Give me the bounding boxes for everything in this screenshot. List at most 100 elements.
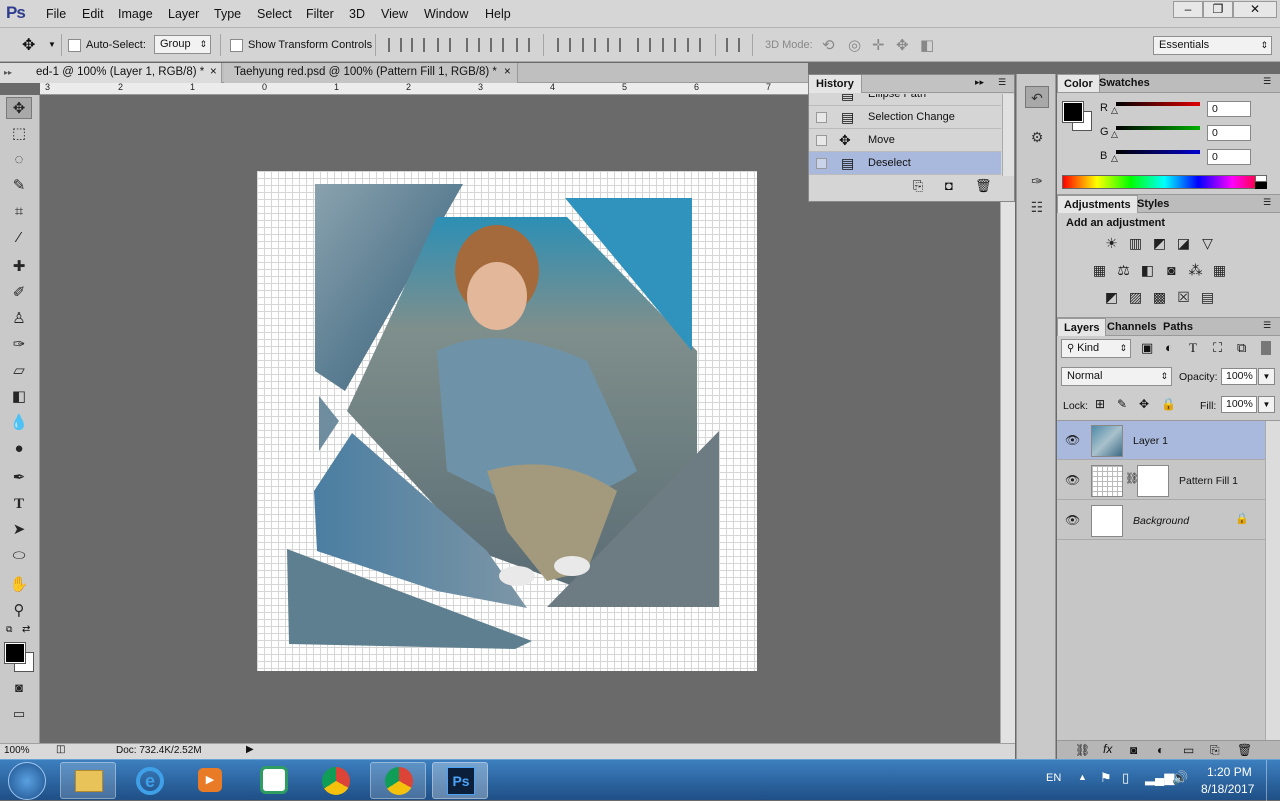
menu-view[interactable]: View — [381, 7, 408, 21]
hue-saturation-icon[interactable]: ▦ — [1091, 262, 1108, 279]
menu-window[interactable]: Window — [424, 7, 468, 21]
chrome-icon[interactable] — [308, 762, 364, 799]
menu-help[interactable]: Help — [485, 7, 511, 21]
swap-colors-icon[interactable]: ⇄ — [22, 624, 30, 635]
history-tab[interactable]: History — [809, 75, 862, 93]
eye-icon[interactable]: 👁 — [1065, 473, 1080, 487]
tab-swatches[interactable]: Swatches — [1093, 74, 1156, 92]
restore-button[interactable]: ❐ — [1203, 1, 1233, 18]
default-colors-icon[interactable]: ⧉ — [6, 624, 12, 635]
clock-date[interactable]: 8/18/2017 — [1201, 782, 1254, 796]
gradient-tool-icon[interactable]: ◧ — [6, 386, 32, 408]
menu-select[interactable]: Select — [257, 7, 292, 21]
auto-select-dropdown[interactable]: Group ⇕ — [154, 35, 211, 54]
move-tool-icon[interactable]: ✥ — [6, 97, 32, 119]
3d-slide-icon[interactable]: ✥ — [896, 36, 909, 54]
tab-layers[interactable]: Layers — [1057, 318, 1107, 336]
new-layer-icon[interactable]: ⎘ — [1210, 743, 1220, 758]
spot-healing-tool-icon[interactable]: ✚ — [6, 256, 32, 278]
history-item[interactable]: ✥ Move — [809, 129, 1001, 152]
3d-rotate-icon[interactable]: ⟲ — [822, 36, 835, 54]
gradient-map-icon[interactable]: ▤ — [1199, 289, 1216, 306]
red-value-input[interactable]: 0 — [1207, 101, 1251, 117]
align-vcenter-icon[interactable] — [411, 38, 425, 52]
pen-tool-icon[interactable]: ✒ — [6, 467, 32, 489]
fx-icon[interactable]: fx — [1103, 742, 1112, 756]
levels-icon[interactable]: ▥ — [1127, 235, 1144, 252]
actions-panel-icon[interactable]: ⚙ — [1025, 126, 1049, 148]
clone-stamp-tool-icon[interactable]: ♙ — [6, 308, 32, 330]
marquee-tool-icon[interactable]: ⬚ — [6, 123, 32, 145]
history-checkbox[interactable] — [816, 135, 827, 146]
quick-selection-tool-icon[interactable]: ✎ — [6, 175, 32, 197]
battery-icon[interactable]: ▯ — [1122, 770, 1129, 786]
lock-image-icon[interactable]: ✎ — [1117, 397, 1127, 411]
tab-styles[interactable]: Styles — [1131, 195, 1175, 213]
zoom-level[interactable]: 100% — [4, 745, 30, 756]
history-item[interactable]: ▤ Deselect — [809, 152, 1001, 175]
menu-layer[interactable]: Layer — [168, 7, 199, 21]
close-window-button[interactable]: ✕ — [1233, 1, 1277, 18]
tab-channels[interactable]: Channels — [1101, 318, 1163, 336]
camera-icon[interactable]: ◘ — [945, 178, 953, 193]
show-desktop-button[interactable] — [1266, 760, 1280, 801]
align-hcenter-icon[interactable] — [490, 38, 504, 52]
3d-drag-icon[interactable]: ✛ — [872, 36, 885, 54]
history-checkbox[interactable] — [816, 112, 827, 123]
panel-menu-icon[interactable]: ☰ — [998, 77, 1006, 88]
eye-icon[interactable]: 👁 — [1065, 513, 1080, 527]
close-tab-icon[interactable]: × — [504, 63, 511, 82]
layer-row[interactable]: 👁 ⛓ Pattern Fill 1 — [1057, 461, 1265, 500]
show-transform-checkbox[interactable] — [230, 39, 243, 52]
channel-mixer-icon[interactable]: ⁂ — [1187, 262, 1204, 279]
add-mask-icon[interactable]: ◙ — [1130, 743, 1137, 757]
menu-image[interactable]: Image — [118, 7, 153, 21]
tab-paths[interactable]: Paths — [1157, 318, 1199, 336]
distribute-right-icon[interactable] — [687, 38, 701, 52]
hand-tool-icon[interactable]: ✋ — [6, 574, 32, 596]
photoshop-logo[interactable]: Ps — [6, 3, 32, 25]
ellipse-tool-icon[interactable]: ⬭ — [6, 545, 32, 567]
opacity-input[interactable]: 100% — [1221, 368, 1257, 385]
language-indicator[interactable]: EN — [1046, 772, 1061, 784]
menu-3d[interactable]: 3D — [349, 7, 365, 21]
eyedropper-tool-icon[interactable]: ⁄ — [6, 227, 32, 249]
lasso-tool-icon[interactable]: ◌ — [6, 149, 32, 171]
lock-all-icon[interactable]: 🔒 — [1161, 397, 1176, 411]
blur-tool-icon[interactable]: 💧 — [6, 412, 32, 434]
lock-position-icon[interactable]: ✥ — [1139, 397, 1149, 411]
3d-scale-icon[interactable]: ◧ — [920, 36, 934, 54]
pixel-layer-filter-icon[interactable]: ▣ — [1141, 340, 1153, 356]
green-value-input[interactable]: 0 — [1207, 125, 1251, 141]
clock-time[interactable]: 1:20 PM — [1207, 765, 1252, 779]
align-right-icon[interactable] — [516, 38, 530, 52]
black-white-icon[interactable]: ◧ — [1139, 262, 1156, 279]
slider-handle-icon[interactable]: △ — [1111, 105, 1118, 116]
workspace-dropdown[interactable]: Essentials ⇕ — [1153, 36, 1272, 55]
link-layers-icon[interactable]: ⛓ — [1075, 743, 1090, 757]
volume-icon[interactable]: 🔊 — [1172, 770, 1188, 786]
type-filter-icon[interactable]: T — [1189, 340, 1197, 356]
delete-layer-icon[interactable]: 🗑 — [1237, 743, 1252, 757]
menu-edit[interactable]: Edit — [82, 7, 104, 21]
menu-filter[interactable]: Filter — [306, 7, 334, 21]
history-checkbox[interactable] — [816, 158, 827, 169]
filter-toggle[interactable] — [1261, 341, 1271, 355]
layer-row[interactable]: 👁 Background 🔒 — [1057, 501, 1265, 540]
type-tool-icon[interactable]: T — [6, 493, 32, 515]
layers-scrollbar[interactable] — [1265, 421, 1280, 741]
lock-transparent-icon[interactable]: ⊞ — [1095, 397, 1105, 411]
invert-icon[interactable]: ◩ — [1103, 289, 1120, 306]
new-adjustment-layer-icon[interactable]: ◐ — [1157, 743, 1164, 757]
opacity-dropdown-icon[interactable]: ▼ — [1258, 368, 1275, 385]
smart-object-filter-icon[interactable]: ⧉ — [1237, 340, 1246, 356]
signal-icon[interactable]: ▂▄▆ — [1145, 770, 1174, 786]
layer-row[interactable]: 👁 Layer 1 — [1057, 421, 1265, 460]
distribute-hcenter-icon[interactable] — [662, 38, 676, 52]
color-lookup-icon[interactable]: ▦ — [1211, 262, 1228, 279]
panel-menu-icon[interactable]: ☰ — [1263, 320, 1271, 331]
black-swatch[interactable] — [1255, 182, 1267, 189]
quick-mask-icon[interactable]: ◙ — [6, 677, 32, 699]
threshold-icon[interactable]: ▩ — [1151, 289, 1168, 306]
blend-mode-dropdown[interactable]: Normal ⇕ — [1061, 367, 1172, 386]
